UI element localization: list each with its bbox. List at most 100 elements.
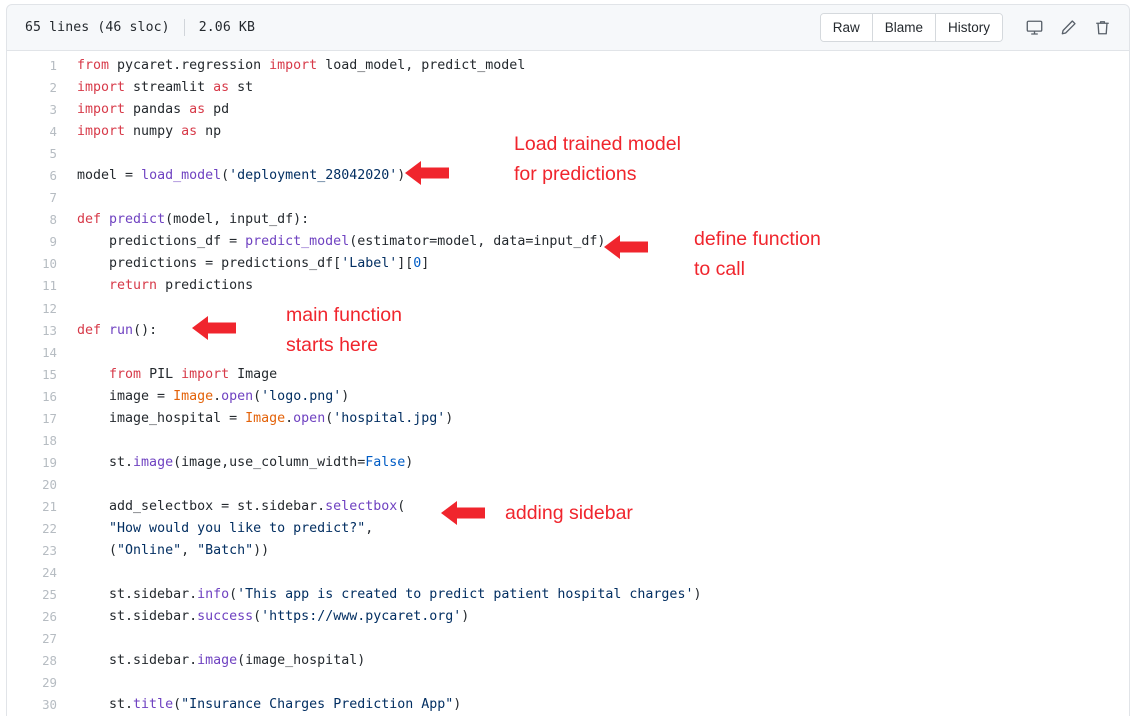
line-number[interactable]: 15	[7, 364, 57, 386]
desktop-icon[interactable]	[1017, 13, 1051, 43]
code-token: return	[77, 278, 165, 293]
code-view[interactable]: 1from pycaret.regression import load_mod…	[6, 51, 1130, 716]
code-token: from	[77, 58, 117, 73]
line-number[interactable]: 10	[7, 253, 57, 275]
code-token: predictions_df =	[77, 234, 245, 249]
code-line: 28 st.sidebar.image(image_hospital)	[7, 650, 1129, 672]
line-number[interactable]: 1	[7, 55, 57, 77]
trash-icon[interactable]	[1085, 13, 1119, 43]
code-token: "Batch"	[197, 543, 253, 558]
code-line: 18	[7, 430, 1129, 452]
line-number[interactable]: 13	[7, 320, 57, 342]
line-content: image_hospital = Image.open('hospital.jp…	[57, 408, 453, 430]
code-token: ))	[253, 543, 269, 558]
code-token: import	[181, 367, 237, 382]
line-number[interactable]: 28	[7, 650, 57, 672]
code-line: 29	[7, 672, 1129, 694]
code-token: st.	[77, 455, 133, 470]
code-line: 2import streamlit as st	[7, 77, 1129, 99]
code-line: 10 predictions = predictions_df['Label']…	[7, 253, 1129, 275]
line-content: def run():	[57, 320, 157, 342]
code-token: info	[197, 587, 229, 602]
code-line: 4import numpy as np	[7, 121, 1129, 143]
code-line: 8def predict(model, input_df):	[7, 209, 1129, 231]
line-number[interactable]: 18	[7, 430, 57, 452]
code-token: 'hospital.jpg'	[333, 411, 445, 426]
code-token: open	[221, 389, 253, 404]
code-token: import	[77, 124, 133, 139]
code-token: Image	[245, 411, 285, 426]
code-line: 15 from PIL import Image	[7, 364, 1129, 386]
line-number[interactable]: 2	[7, 77, 57, 99]
line-content: add_selectbox = st.sidebar.selectbox(	[57, 496, 405, 518]
line-content: import pandas as pd	[57, 99, 229, 121]
code-token: 'https://www.pycaret.org'	[261, 609, 461, 624]
line-number[interactable]: 5	[7, 143, 57, 165]
code-token: (	[253, 609, 261, 624]
meta-separator	[184, 19, 185, 36]
code-token: as	[213, 80, 237, 95]
line-content: st.sidebar.success('https://www.pycaret.…	[57, 606, 469, 628]
code-token: image_hospital =	[77, 411, 245, 426]
code-line: 21 add_selectbox = st.sidebar.selectbox(	[7, 496, 1129, 518]
line-number[interactable]: 6	[7, 165, 57, 187]
line-number[interactable]: 9	[7, 231, 57, 253]
line-number[interactable]: 25	[7, 584, 57, 606]
code-line: 16 image = Image.open('logo.png')	[7, 386, 1129, 408]
code-token: as	[189, 102, 213, 117]
code-token: False	[365, 455, 405, 470]
line-number[interactable]: 8	[7, 209, 57, 231]
line-number[interactable]: 27	[7, 628, 57, 650]
code-token: .	[213, 389, 221, 404]
line-number[interactable]: 19	[7, 452, 57, 474]
code-token: st	[237, 80, 253, 95]
pencil-icon[interactable]	[1051, 13, 1085, 43]
line-number[interactable]: 24	[7, 562, 57, 584]
line-number[interactable]: 14	[7, 342, 57, 364]
code-token: st.	[77, 697, 133, 712]
code-token: predictions = predictions_df[	[77, 256, 341, 271]
code-token: open	[293, 411, 325, 426]
line-content: from pycaret.regression import load_mode…	[57, 55, 525, 77]
code-token: "Online"	[117, 543, 181, 558]
line-number[interactable]: 3	[7, 99, 57, 121]
line-number[interactable]: 7	[7, 187, 57, 209]
code-token: Image	[237, 367, 277, 382]
line-number[interactable]: 4	[7, 121, 57, 143]
line-number[interactable]: 29	[7, 672, 57, 694]
line-number[interactable]: 26	[7, 606, 57, 628]
line-number[interactable]: 21	[7, 496, 57, 518]
line-number[interactable]: 12	[7, 298, 57, 320]
code-token: (	[397, 499, 405, 514]
code-token: (	[173, 697, 181, 712]
code-token: (	[229, 587, 237, 602]
blame-button[interactable]: Blame	[873, 14, 936, 41]
code-token: predictions	[165, 278, 253, 293]
line-number[interactable]: 20	[7, 474, 57, 496]
code-token: ,	[181, 543, 197, 558]
line-number[interactable]: 23	[7, 540, 57, 562]
line-content: from PIL import Image	[57, 364, 277, 386]
line-number[interactable]: 11	[7, 275, 57, 297]
code-line: 20	[7, 474, 1129, 496]
raw-button[interactable]: Raw	[821, 14, 873, 41]
code-token: st.sidebar.	[77, 609, 197, 624]
line-number[interactable]: 17	[7, 408, 57, 430]
code-token: Image	[173, 389, 213, 404]
code-lines-container: 1from pycaret.regression import load_mod…	[7, 51, 1129, 716]
file-action-button-group: Raw Blame History	[820, 13, 1003, 42]
code-token	[77, 521, 109, 536]
line-content: predictions_df = predict_model(estimator…	[57, 231, 605, 253]
line-content: st.sidebar.info('This app is created to …	[57, 584, 701, 606]
line-number[interactable]: 30	[7, 694, 57, 716]
line-number[interactable]: 16	[7, 386, 57, 408]
file-header-bar: 65 lines (46 sloc) 2.06 KB Raw Blame His…	[6, 4, 1130, 51]
history-button[interactable]: History	[936, 14, 1002, 41]
code-token: (model, input_df):	[165, 212, 309, 227]
code-token: )	[405, 455, 413, 470]
code-token: model	[77, 168, 125, 183]
line-number[interactable]: 22	[7, 518, 57, 540]
code-token: image =	[77, 389, 173, 404]
code-token: import	[269, 58, 325, 73]
code-token: 'logo.png'	[261, 389, 341, 404]
